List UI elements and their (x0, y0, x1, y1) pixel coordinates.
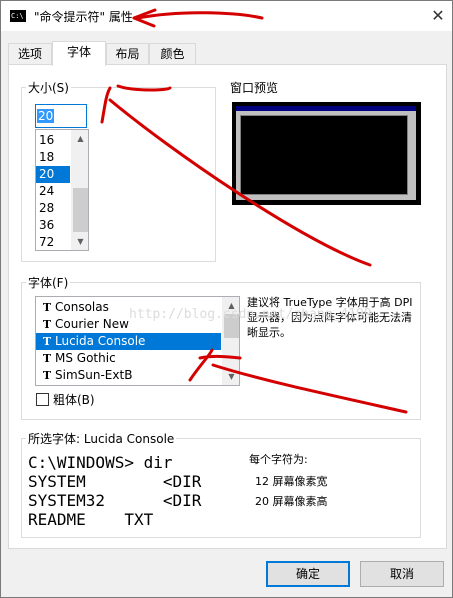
truetype-icon: T (42, 335, 52, 348)
window-title: "命令提示符" 属性 (34, 10, 133, 24)
size-item[interactable]: 18 (36, 149, 70, 166)
preview-frame (236, 106, 416, 200)
font-item-label: Consolas (55, 300, 109, 314)
ok-button[interactable]: 确定 (266, 561, 350, 587)
selected-font-label: 所选字体: Lucida Console (26, 430, 177, 447)
bold-checkbox[interactable] (36, 393, 49, 406)
scroll-thumb[interactable] (73, 188, 88, 232)
size-item[interactable]: 28 (36, 200, 70, 217)
tab-colors[interactable]: 颜色 (149, 43, 196, 65)
font-item-label: SimSun-ExtB (55, 368, 133, 382)
size-input-value: 20 (37, 109, 55, 123)
font-item[interactable]: T SimSun-ExtB (36, 367, 221, 384)
cancel-button[interactable]: 取消 (360, 561, 444, 587)
scroll-down-icon[interactable]: ▼ (223, 368, 239, 385)
size-item[interactable]: 36 (36, 217, 70, 234)
tab-font[interactable]: 字体 (52, 41, 106, 66)
size-scrollbar[interactable]: ▲ ▼ (71, 130, 88, 250)
font-group-label: 字体(F) (26, 274, 71, 291)
font-item-label: MS Gothic (55, 351, 116, 365)
size-input[interactable]: 20 (35, 104, 87, 128)
truetype-icon: T (42, 301, 52, 314)
scroll-down-icon[interactable]: ▼ (72, 233, 88, 250)
font-tab-panel: 大小(S) 20 16 18 20 24 28 36 72 ▲ ▼ 窗口预览 字… (8, 64, 447, 549)
truetype-icon: T (42, 352, 52, 365)
size-item[interactable]: 72 (36, 234, 70, 250)
preview-label: 窗口预览 (230, 79, 279, 96)
properties-window: C:\ "命令提示符" 属性 ✕ 选项 字体 布局 颜色 大小(S) 20 16… (0, 0, 453, 598)
font-sample: C:\WINDOWS> dir SYSTEM <DIR SYSTEM32 <DIR R… (28, 453, 238, 533)
size-group-label: 大小(S) (26, 79, 71, 96)
preview-client (240, 115, 408, 195)
tab-layout[interactable]: 布局 (106, 43, 149, 65)
char-width: 12 屏幕像素宽 (255, 475, 328, 488)
cmd-icon: C:\ (10, 10, 26, 22)
font-item-label: Courier New (55, 317, 129, 331)
truetype-icon: T (42, 369, 52, 382)
sample-line: SYSTEM32 <DIR (28, 491, 202, 510)
bold-label[interactable]: 粗体(B) (53, 391, 95, 408)
char-size-label: 每个字符为: (249, 453, 308, 466)
font-item-label: Lucida Console (55, 334, 146, 348)
size-item[interactable]: 16 (36, 132, 70, 149)
font-item-selected[interactable]: T Lucida Console (36, 333, 221, 350)
window-preview (232, 102, 421, 205)
size-item[interactable]: 24 (36, 183, 70, 200)
size-listbox[interactable]: 16 18 20 24 28 36 72 ▲ ▼ (35, 129, 89, 251)
tab-options[interactable]: 选项 (8, 43, 52, 65)
sample-line: C:\WINDOWS> dir (28, 453, 173, 472)
close-button[interactable]: ✕ (425, 3, 451, 29)
watermark: http://blog.csdn.net/zhang_4199 (129, 307, 372, 322)
size-item-selected[interactable]: 20 (36, 166, 70, 183)
title-bar[interactable]: C:\ "命令提示符" 属性 ✕ (1, 1, 452, 31)
sample-line: README TXT (28, 510, 154, 529)
truetype-icon: T (42, 318, 52, 331)
font-item[interactable]: T MS Gothic (36, 350, 221, 367)
scroll-up-icon[interactable]: ▲ (72, 130, 88, 147)
char-height: 20 屏幕像素高 (255, 495, 328, 508)
sample-line: SYSTEM <DIR (28, 472, 202, 491)
